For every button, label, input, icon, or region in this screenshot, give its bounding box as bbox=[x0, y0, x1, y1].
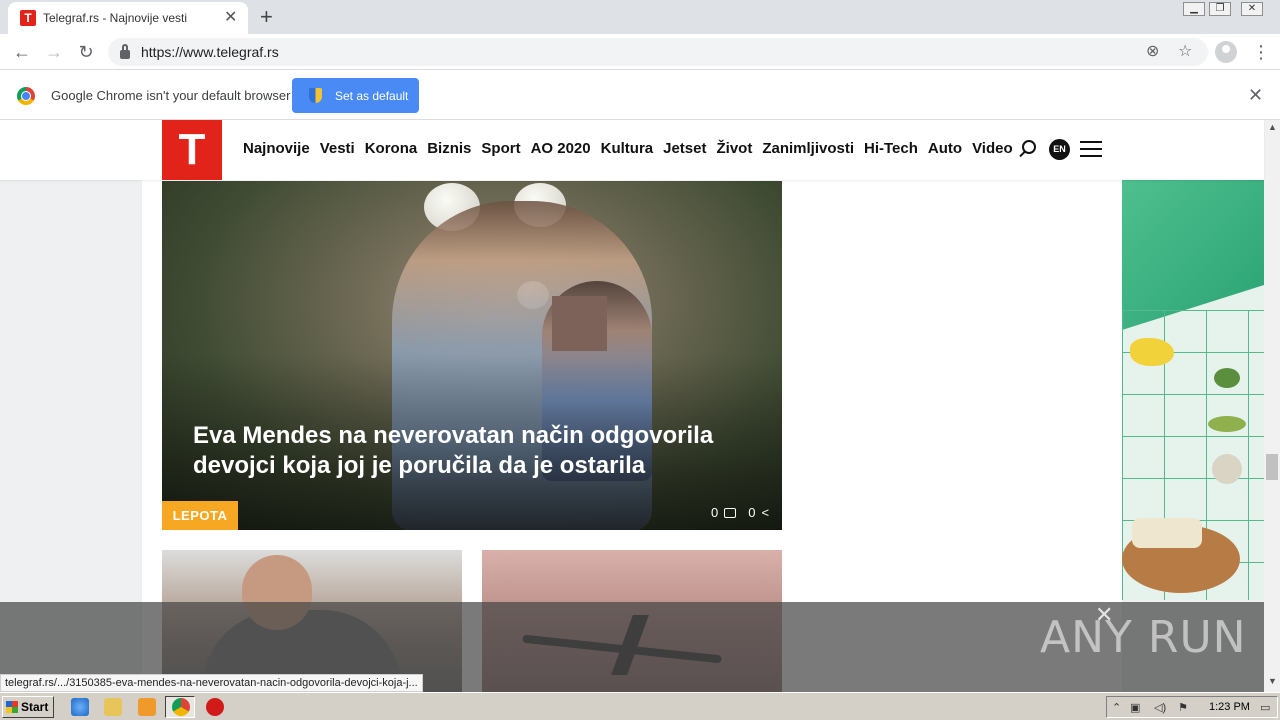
nav-item-auto[interactable]: Auto bbox=[928, 140, 962, 157]
blocked-content-icon[interactable]: ⊗ bbox=[1146, 43, 1159, 61]
show-desktop-icon[interactable]: ▭ bbox=[1260, 701, 1270, 714]
nav-item-ao-2020[interactable]: AO 2020 bbox=[531, 140, 591, 157]
page-scrollbar[interactable]: ▲ ▼ bbox=[1264, 120, 1280, 692]
browser-tab[interactable]: T Telegraf.rs - Najnovije vesti ✕ bbox=[8, 2, 248, 34]
share-count: 0 bbox=[748, 505, 756, 520]
anyrun-watermark: ANY RUN bbox=[1040, 612, 1247, 663]
new-tab-icon[interactable]: + bbox=[260, 4, 273, 30]
tab-close-icon[interactable]: ✕ bbox=[224, 9, 237, 27]
default-browser-infobar: Google Chrome isn't your default browser… bbox=[0, 71, 1280, 120]
scroll-down-icon[interactable]: ▼ bbox=[1268, 676, 1277, 686]
nav-item-vesti[interactable]: Vesti bbox=[320, 140, 355, 157]
tab-title: Telegraf.rs - Najnovije vesti bbox=[43, 11, 188, 25]
status-bar-url: telegraf.rs/.../3150385-eva-mendes-na-ne… bbox=[0, 674, 423, 692]
chrome-icon bbox=[172, 698, 190, 716]
cheese-image bbox=[1212, 454, 1242, 484]
internet-explorer-icon[interactable] bbox=[71, 698, 89, 716]
infobar-close-icon[interactable]: ✕ bbox=[1248, 85, 1263, 106]
site-header: T Najnovije Vesti Korona Biznis Sport AO… bbox=[0, 120, 1264, 180]
nav-item-kultura[interactable]: Kultura bbox=[601, 140, 654, 157]
browser-toolbar: ← → ↻ https://www.telegraf.rs ⊗ ☆ ⋮ bbox=[0, 34, 1280, 70]
hamburger-menu-icon[interactable] bbox=[1080, 141, 1102, 157]
cheese-slices-image bbox=[1132, 518, 1202, 548]
chrome-logo-icon bbox=[17, 87, 35, 105]
herbs-image bbox=[1208, 416, 1246, 432]
set-as-default-button[interactable]: Set as default bbox=[292, 78, 419, 113]
folder-icon[interactable] bbox=[104, 698, 122, 716]
lock-icon[interactable] bbox=[120, 44, 130, 59]
uac-shield-icon bbox=[309, 88, 322, 103]
nav-item-zivot[interactable]: Život bbox=[716, 140, 752, 157]
reload-icon[interactable]: ↻ bbox=[74, 40, 98, 64]
start-label: Start bbox=[21, 700, 49, 714]
set-as-default-label: Set as default bbox=[335, 89, 409, 103]
ad-green-band bbox=[1122, 180, 1264, 330]
url-text[interactable]: https://www.telegraf.rs bbox=[141, 44, 279, 60]
telegraf-logo[interactable]: T bbox=[162, 120, 222, 180]
infobar-message: Google Chrome isn't your default browser bbox=[51, 88, 291, 103]
nav-item-video[interactable]: Video bbox=[972, 140, 1013, 157]
lettuce-image bbox=[1214, 368, 1240, 388]
address-bar[interactable]: https://www.telegraf.rs ⊗ ☆ bbox=[108, 38, 1208, 66]
nav-item-korona[interactable]: Korona bbox=[365, 140, 418, 157]
share-icon[interactable]: < bbox=[761, 505, 769, 520]
nav-item-najnovije[interactable]: Najnovije bbox=[243, 140, 310, 157]
search-icon[interactable] bbox=[1022, 140, 1036, 154]
network-icon[interactable]: ▣ bbox=[1130, 701, 1140, 714]
main-nav: Najnovije Vesti Korona Biznis Sport AO 2… bbox=[243, 140, 1013, 157]
nav-item-jetset[interactable]: Jetset bbox=[663, 140, 706, 157]
flag-icon[interactable]: ⚑ bbox=[1178, 701, 1188, 714]
scroll-up-icon[interactable]: ▲ bbox=[1268, 122, 1277, 132]
category-tag[interactable]: LEPOTA bbox=[162, 501, 238, 530]
hero-article[interactable]: Eva Mendes na neverovatan način odgovori… bbox=[162, 181, 782, 530]
nav-item-biznis[interactable]: Biznis bbox=[427, 140, 471, 157]
volume-icon[interactable]: ◁) bbox=[1154, 701, 1166, 714]
close-window-icon[interactable]: ✕ bbox=[1241, 2, 1263, 16]
tab-strip: T Telegraf.rs - Najnovije vesti ✕ + ▁ ❐ … bbox=[0, 0, 1280, 34]
nav-item-sport[interactable]: Sport bbox=[481, 140, 520, 157]
opera-icon[interactable] bbox=[206, 698, 224, 716]
banana-image bbox=[1130, 338, 1174, 366]
bookmark-star-icon[interactable]: ☆ bbox=[1178, 43, 1192, 61]
nav-item-hi-tech[interactable]: Hi-Tech bbox=[864, 140, 918, 157]
scroll-thumb[interactable] bbox=[1266, 454, 1278, 480]
media-player-icon[interactable] bbox=[138, 698, 156, 716]
telegraf-favicon-icon: T bbox=[20, 10, 36, 26]
advertisement-banner[interactable] bbox=[1122, 180, 1264, 600]
windows-flag-icon bbox=[6, 701, 18, 713]
windows-taskbar: Start ⌃ ▣ ◁) ⚑ 1:23 PM ▭ bbox=[0, 692, 1280, 720]
minimize-icon[interactable]: ▁ bbox=[1183, 2, 1205, 16]
hero-stats: 0 0 < bbox=[711, 505, 769, 520]
hero-headline[interactable]: Eva Mendes na neverovatan način odgovori… bbox=[193, 421, 763, 481]
back-icon[interactable]: ← bbox=[10, 40, 34, 64]
language-en-button[interactable]: EN bbox=[1049, 139, 1070, 160]
clock[interactable]: 1:23 PM bbox=[1209, 701, 1250, 713]
comment-icon bbox=[724, 507, 737, 518]
chrome-menu-icon[interactable]: ⋮ bbox=[1252, 40, 1270, 64]
nav-item-zanimljivosti[interactable]: Zanimljivosti bbox=[762, 140, 854, 157]
start-button[interactable]: Start bbox=[2, 696, 54, 718]
tray-expand-icon[interactable]: ⌃ bbox=[1112, 701, 1121, 714]
comment-count: 0 bbox=[711, 505, 719, 520]
restore-icon[interactable]: ❐ bbox=[1209, 2, 1231, 16]
taskbar-chrome-button[interactable] bbox=[165, 696, 195, 718]
profile-avatar-icon[interactable] bbox=[1215, 41, 1237, 63]
forward-icon[interactable]: → bbox=[42, 40, 66, 64]
